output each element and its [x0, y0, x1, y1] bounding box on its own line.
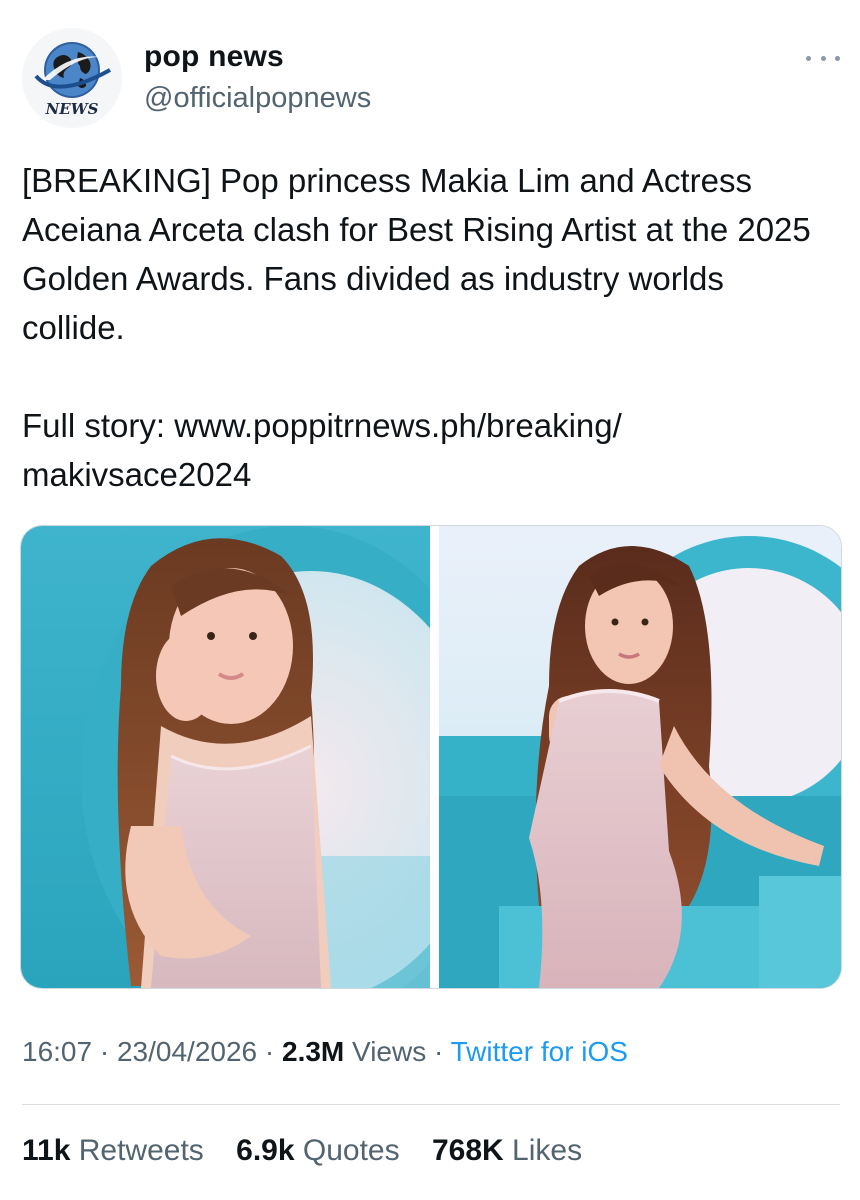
- tweet-date[interactable]: 23/04/2026: [117, 1036, 257, 1067]
- retweets-label: Retweets: [78, 1134, 204, 1167]
- tweet-meta: 16:07 · 23/04/2026 · 2.3M Views · Twitte…: [22, 1036, 628, 1068]
- retweets-count: 11k: [22, 1134, 71, 1167]
- divider: [22, 1104, 840, 1105]
- more-dot: [806, 55, 811, 61]
- more-horizontal-icon[interactable]: [806, 48, 840, 68]
- photo-right-image: [439, 526, 841, 988]
- news-logo-text: NEWS: [45, 100, 99, 118]
- tweet-paragraph: [BREAKING] Pop princess Makia Lim and Ac…: [22, 162, 811, 346]
- engagement-stats: 11k Retweets 6.9k Quotes 768K Likes: [22, 1134, 606, 1168]
- account-handle[interactable]: @officialpopnews: [144, 82, 371, 115]
- likes-stat[interactable]: 768K Likes: [432, 1134, 582, 1167]
- more-dot: [835, 55, 840, 61]
- photo-right[interactable]: [439, 526, 841, 988]
- source-link[interactable]: Twitter for iOS: [451, 1036, 628, 1067]
- separator: ·: [99, 1036, 110, 1067]
- more-dot: [820, 55, 826, 61]
- likes-label: Likes: [512, 1134, 583, 1167]
- account-name[interactable]: pop news: [144, 40, 284, 74]
- views-label: Views: [352, 1036, 427, 1067]
- views-count: 2.3M: [282, 1036, 345, 1067]
- avatar[interactable]: NEWS: [22, 28, 122, 128]
- quotes-stat[interactable]: 6.9k Quotes: [236, 1134, 399, 1167]
- retweets-stat[interactable]: 11k Retweets: [22, 1134, 204, 1167]
- quotes-count: 6.9k: [236, 1134, 295, 1167]
- likes-count: 768K: [431, 1134, 504, 1167]
- tweet-paragraph-link[interactable]: Full story: www.poppitrnews.ph/breaking/…: [22, 401, 822, 499]
- separator: ·: [264, 1036, 275, 1067]
- photo-left[interactable]: [21, 526, 430, 988]
- tweet-container: NEWS pop news @officialpopnews [BREAKING…: [0, 0, 860, 1200]
- photo-left-image: [21, 526, 430, 988]
- globe-icon: NEWS: [34, 42, 111, 118]
- tweet-text: [BREAKING] Pop princess Makia Lim and Ac…: [22, 156, 822, 499]
- media-grid: [20, 525, 842, 989]
- tweet-time[interactable]: 16:07: [22, 1036, 92, 1067]
- separator: ·: [434, 1036, 444, 1067]
- quotes-label: Quotes: [302, 1134, 400, 1167]
